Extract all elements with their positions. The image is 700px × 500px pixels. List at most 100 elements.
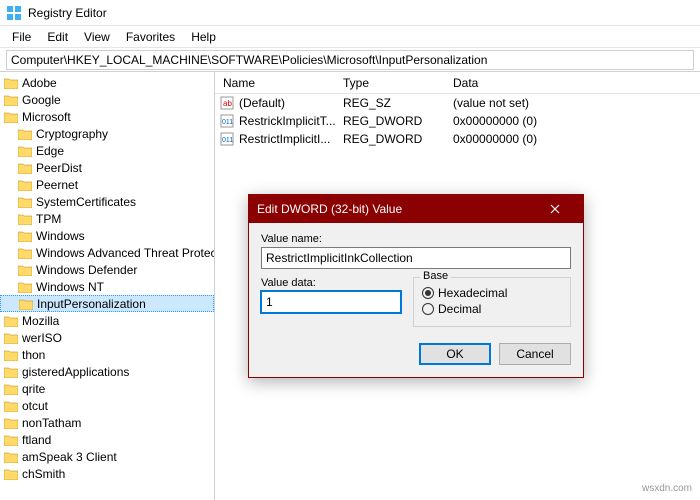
tree-item[interactable]: gisteredApplications [0, 363, 214, 380]
value-type: REG_DWORD [339, 132, 449, 146]
tree-item-label: Google [22, 93, 61, 107]
value-row[interactable]: 011RestrictImplicitI...REG_DWORD0x000000… [215, 130, 700, 148]
tree-item[interactable]: Edge [0, 142, 214, 159]
folder-icon [18, 196, 32, 208]
menu-help[interactable]: Help [183, 30, 224, 44]
value-name: (Default) [239, 96, 339, 110]
tree-item[interactable]: Mozilla [0, 312, 214, 329]
valuename-label: Value name: [261, 233, 571, 245]
tree-item[interactable]: werISO [0, 329, 214, 346]
value-data: (value not set) [449, 96, 700, 110]
tree-item-label: thon [22, 348, 45, 362]
tree-item-label: Windows NT [36, 280, 104, 294]
folder-icon [18, 247, 32, 259]
key-icon [4, 315, 18, 327]
tree-item-label: nonTatham [22, 416, 81, 430]
key-icon [4, 111, 18, 123]
tree-item-label: Windows Advanced Threat Protect [36, 246, 215, 260]
tree-item-label: SystemCertificates [36, 195, 136, 209]
menu-favorites[interactable]: Favorites [118, 30, 183, 44]
tree-item[interactable]: PeerDist [0, 159, 214, 176]
tree-item[interactable]: Windows Advanced Threat Protect [0, 244, 214, 261]
tree-item-label: Cryptography [36, 127, 108, 141]
tree-item[interactable]: Microsoft [0, 108, 214, 125]
folder-icon [18, 145, 32, 157]
key-icon [4, 349, 18, 361]
binary-value-icon: 011 [219, 131, 235, 147]
tree-item[interactable]: amSpeak 3 Client [0, 448, 214, 465]
key-icon [4, 417, 18, 429]
ok-button[interactable]: OK [419, 343, 491, 365]
titlebar: Registry Editor [0, 0, 700, 26]
folder-icon [18, 264, 32, 276]
tree-item[interactable]: SystemCertificates [0, 193, 214, 210]
watermark: wsxdn.com [642, 483, 692, 494]
tree-item-label: otcut [22, 399, 48, 413]
key-icon [4, 332, 18, 344]
valuedata-input[interactable] [261, 291, 401, 313]
key-icon [4, 94, 18, 106]
dialog-titlebar[interactable]: Edit DWORD (32-bit) Value [249, 195, 583, 223]
tree-item[interactable]: InputPersonalization [0, 295, 214, 312]
menubar: File Edit View Favorites Help [0, 26, 700, 48]
radio-dec[interactable]: Decimal [422, 302, 562, 316]
address-bar [0, 48, 700, 72]
tree-item-label: InputPersonalization [37, 297, 146, 311]
valuename-input[interactable] [261, 247, 571, 269]
tree-item[interactable]: Cryptography [0, 125, 214, 142]
tree-item[interactable]: TPM [0, 210, 214, 227]
tree-item[interactable]: Adobe [0, 74, 214, 91]
tree-item[interactable]: nonTatham [0, 414, 214, 431]
menu-view[interactable]: View [76, 30, 118, 44]
folder-icon [19, 298, 33, 310]
tree-item[interactable]: Google [0, 91, 214, 108]
tree-item-label: ftland [22, 433, 51, 447]
tree-item[interactable]: Peernet [0, 176, 214, 193]
folder-icon [18, 281, 32, 293]
tree-item[interactable]: Windows NT [0, 278, 214, 295]
folder-icon [18, 162, 32, 174]
radio-hex[interactable]: Hexadecimal [422, 286, 562, 300]
tree-item[interactable]: otcut [0, 397, 214, 414]
tree-item-label: Windows [36, 229, 85, 243]
address-input[interactable] [6, 50, 694, 70]
base-group-label: Base [420, 270, 451, 282]
value-data: 0x00000000 (0) [449, 114, 700, 128]
close-icon[interactable] [535, 195, 575, 223]
key-icon [4, 451, 18, 463]
key-icon [4, 434, 18, 446]
col-data[interactable]: Data [445, 76, 700, 90]
tree-item[interactable]: Windows Defender [0, 261, 214, 278]
value-name: RestrickImplicitT... [239, 114, 339, 128]
svg-text:011: 011 [222, 137, 233, 144]
tree-item-label: Peernet [36, 178, 78, 192]
tree-item-label: PeerDist [36, 161, 82, 175]
tree-item[interactable]: Windows [0, 227, 214, 244]
value-row[interactable]: 011RestrickImplicitT...REG_DWORD0x000000… [215, 112, 700, 130]
tree-item-label: gisteredApplications [22, 365, 129, 379]
tree-item[interactable]: qrite [0, 380, 214, 397]
menu-file[interactable]: File [4, 30, 39, 44]
radio-dec-label: Decimal [438, 302, 481, 316]
tree-item[interactable]: ftland [0, 431, 214, 448]
tree-item[interactable]: thon [0, 346, 214, 363]
tree-panel[interactable]: Adobe GoogleMicrosoft CryptographyEdge Peer… [0, 72, 215, 500]
dialog-title: Edit DWORD (32-bit) Value [257, 202, 402, 216]
string-value-icon: ab [219, 95, 235, 111]
value-row[interactable]: ab (Default)REG_SZ(value not set) [215, 94, 700, 112]
cancel-button[interactable]: Cancel [499, 343, 571, 365]
col-type[interactable]: Type [335, 76, 445, 90]
col-name[interactable]: Name [215, 76, 335, 90]
regedit-icon [6, 5, 22, 21]
menu-edit[interactable]: Edit [39, 30, 76, 44]
values-header: Name Type Data [215, 72, 700, 94]
value-type: REG_SZ [339, 96, 449, 110]
tree-item-label: amSpeak 3 Client [22, 450, 117, 464]
value-type: REG_DWORD [339, 114, 449, 128]
tree-item[interactable]: chSmith [0, 465, 214, 482]
radio-icon [422, 303, 434, 315]
key-icon [4, 400, 18, 412]
valuedata-label: Value data: [261, 277, 401, 289]
key-icon [4, 383, 18, 395]
folder-icon [18, 179, 32, 191]
